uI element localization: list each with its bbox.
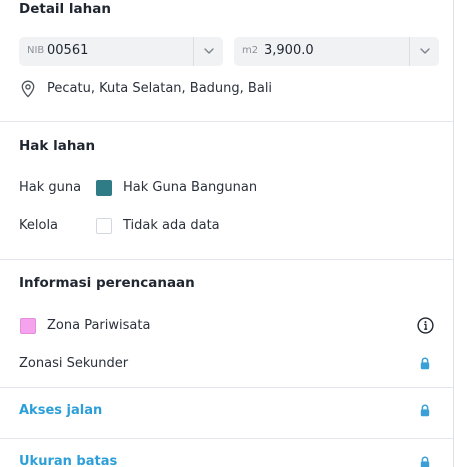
chevron-down-icon xyxy=(420,48,430,54)
road-access-link[interactable]: Akses jalan xyxy=(19,403,102,418)
right-of-use-label: Hak guna xyxy=(19,180,82,195)
secondary-zoning-label: Zonasi Sekunder xyxy=(19,356,129,371)
divider xyxy=(0,438,453,439)
planning-title: Informasi perencanaan xyxy=(19,275,195,291)
chevron-down-icon xyxy=(204,48,214,54)
management-label: Kelola xyxy=(19,218,59,233)
land-detail-title: Detail lahan xyxy=(19,1,111,17)
right-of-use-swatch xyxy=(96,180,112,196)
nib-prefix: NIB xyxy=(27,45,45,56)
lock-icon xyxy=(420,357,430,370)
zone-label: Zona Pariwisata xyxy=(47,318,151,333)
land-rights-title: Hak lahan xyxy=(19,138,96,154)
lock-icon xyxy=(420,404,430,417)
divider xyxy=(0,121,453,122)
area-unit: m2 xyxy=(242,45,259,56)
divider xyxy=(0,259,453,260)
info-circle-icon[interactable] xyxy=(417,317,434,334)
location-text: Pecatu, Kuta Selatan, Badung, Bali xyxy=(47,81,273,96)
land-info-panel: Detail lahan NIB 00561 m2 3,900.0 Pecatu… xyxy=(0,0,454,467)
nib-value: 00561 xyxy=(47,43,89,58)
area-select[interactable]: m2 3,900.0 xyxy=(234,37,439,66)
nib-select[interactable]: NIB 00561 xyxy=(19,37,223,66)
management-value: Tidak ada data xyxy=(123,218,220,233)
nib-caret[interactable] xyxy=(193,37,223,66)
area-value: 3,900.0 xyxy=(264,43,314,58)
area-caret[interactable] xyxy=(409,37,439,66)
map-pin-icon xyxy=(21,80,35,98)
boundary-size-link[interactable]: Ukuran batas xyxy=(19,454,117,467)
lock-icon xyxy=(420,456,430,467)
management-swatch xyxy=(96,218,112,234)
divider xyxy=(0,387,453,388)
right-of-use-value: Hak Guna Bangunan xyxy=(123,180,258,195)
zone-swatch xyxy=(20,318,36,334)
